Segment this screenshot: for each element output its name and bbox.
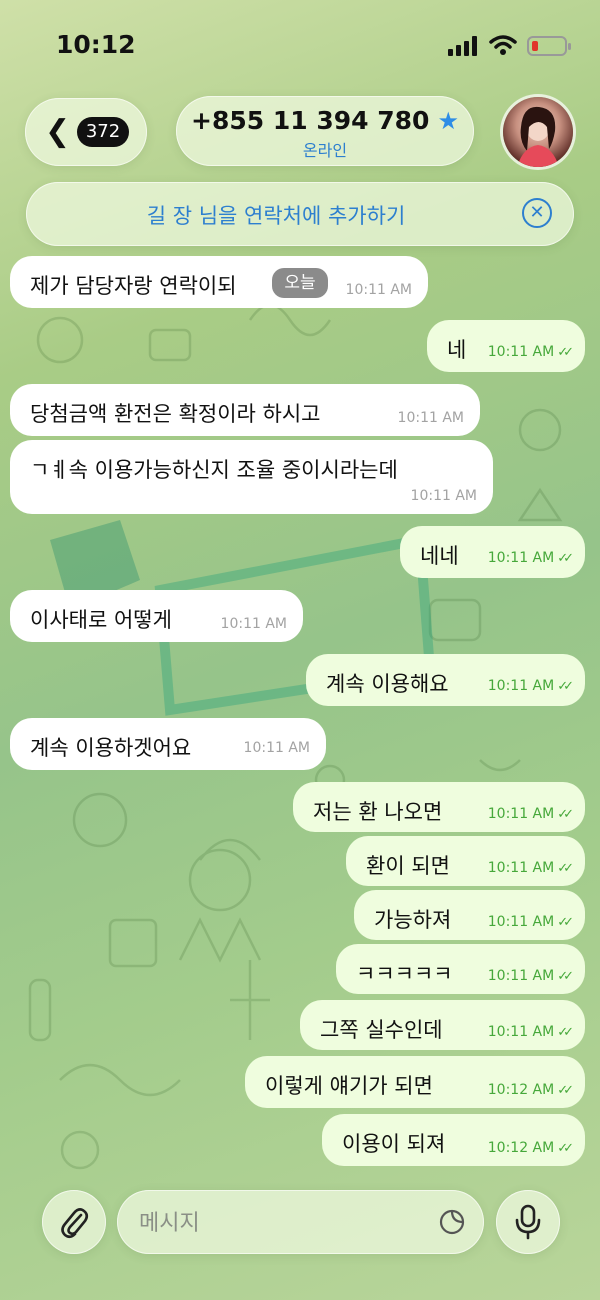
message-time: 10:11 AM (410, 488, 477, 504)
message-time: 10:11 AM (487, 968, 555, 984)
message-time: 10:12 AM (487, 1082, 555, 1098)
message-time: 10:11 AM (487, 678, 555, 694)
message-text: 이렇게 얘기가 되면 (265, 1074, 433, 1098)
message-text: ㄱㅖ속 이용가능하신지 조율 중이시라는데 (30, 458, 398, 482)
message-bubble-outgoing[interactable]: 그쪽 실수인데 10:11 AM ✓✓ (300, 1000, 585, 1050)
message-text: 계속 이용해요 (326, 672, 449, 696)
message-meta: 10:12 AM ✓✓ (487, 1140, 574, 1156)
message-time: 10:11 AM (345, 282, 412, 298)
add-contact-banner[interactable]: 길 장 님을 연락처에 추가하기 ✕ (26, 182, 574, 246)
read-checkmarks-icon: ✓✓ (557, 1083, 574, 1098)
message-text: 계속 이용하겟어요 (30, 736, 192, 760)
message-bubble-outgoing[interactable]: ㅋㅋㅋㅋㅋ 10:11 AM ✓✓ (336, 944, 585, 994)
message-text: 환이 되면 (366, 854, 450, 878)
message-bubble-outgoing[interactable]: 이용이 되져 10:12 AM ✓✓ (322, 1114, 585, 1166)
message-bubble-outgoing[interactable]: 저는 환 나오면 10:11 AM ✓✓ (293, 782, 585, 832)
message-meta: 10:11 AM ✓✓ (487, 550, 574, 566)
message-time: 10:11 AM (487, 806, 555, 822)
star-icon: ★ (437, 106, 459, 135)
message-text: 그쪽 실수인데 (320, 1018, 443, 1042)
message-meta: 10:12 AM ✓✓ (487, 1082, 574, 1098)
battery-icon (527, 36, 571, 56)
unread-count-badge: 372 (77, 117, 129, 147)
microphone-button[interactable] (496, 1190, 560, 1254)
message-text: 이사태로 어떻게 (30, 608, 172, 632)
message-text: 네 (447, 338, 467, 362)
message-input[interactable] (137, 1202, 441, 1244)
message-meta: 10:11 AM ✓✓ (487, 914, 574, 930)
sticker-icon[interactable] (438, 1208, 466, 1236)
message-bubble-outgoing[interactable]: 가능하져 10:11 AM ✓✓ (354, 890, 585, 940)
message-time: 10:11 AM (220, 616, 287, 632)
message-bubble-incoming[interactable]: 계속 이용하겟어요 10:11 AM (10, 718, 326, 770)
avatar[interactable] (503, 97, 573, 167)
paperclip-icon (61, 1208, 89, 1239)
message-time: 10:12 AM (487, 1140, 555, 1156)
cellular-signal-icon (448, 36, 477, 56)
message-bubble-incoming[interactable]: 이사태로 어떻게 10:11 AM (10, 590, 303, 642)
avatar-image (517, 106, 559, 167)
attach-button[interactable] (42, 1190, 106, 1254)
read-checkmarks-icon: ✓✓ (557, 1141, 574, 1156)
message-meta: 10:11 AM ✓✓ (487, 860, 574, 876)
message-bubble-outgoing[interactable]: 계속 이용해요 10:11 AM ✓✓ (306, 654, 585, 706)
chevron-left-icon: ❮ (45, 114, 71, 149)
message-bubble-incoming[interactable]: 당첨금액 환전은 확정이라 하시고 10:11 AM (10, 384, 480, 436)
message-bubble-outgoing[interactable]: 네 10:11 AM ✓✓ (427, 320, 585, 372)
contact-phone: +855 11 394 780 (191, 106, 430, 135)
message-bubble-outgoing[interactable]: 환이 되면 10:11 AM ✓✓ (346, 836, 585, 886)
microphone-icon (515, 1204, 541, 1240)
message-text: 이용이 되져 (342, 1132, 446, 1156)
message-text: ㅋㅋㅋㅋㅋ (356, 962, 453, 986)
message-meta: 10:11 AM ✓✓ (487, 678, 574, 694)
read-checkmarks-icon: ✓✓ (557, 679, 574, 694)
message-meta: 10:11 AM ✓✓ (487, 806, 574, 822)
read-checkmarks-icon: ✓✓ (557, 1025, 574, 1040)
message-bubble-outgoing[interactable]: 네네 10:11 AM ✓✓ (400, 526, 585, 578)
message-composer[interactable] (117, 1190, 484, 1254)
message-time: 10:11 AM (243, 740, 310, 756)
message-time: 10:11 AM (487, 914, 555, 930)
message-text: 제가 담당자랑 연락이되 (30, 274, 237, 298)
message-text: 가능하져 (374, 908, 452, 932)
read-checkmarks-icon: ✓✓ (557, 915, 574, 930)
message-text: 네네 (420, 544, 459, 568)
message-bubble-incoming[interactable]: 제가 담당자랑 연락이되 10:11 AM (10, 256, 428, 308)
read-checkmarks-icon: ✓✓ (557, 861, 574, 876)
read-checkmarks-icon: ✓✓ (557, 345, 574, 360)
read-checkmarks-icon: ✓✓ (557, 969, 574, 984)
contact-status: 온라인 (302, 141, 348, 160)
message-text: 저는 환 나오면 (313, 800, 443, 824)
message-text: 당첨금액 환전은 확정이라 하시고 (30, 402, 321, 426)
message-time: 10:11 AM (487, 1024, 555, 1040)
add-contact-label: 길 장 님을 연락처에 추가하기 (146, 204, 406, 228)
close-circle-icon[interactable]: ✕ (522, 198, 552, 228)
date-pill: 오늘 (272, 268, 328, 298)
message-meta: 10:11 AM ✓✓ (487, 1024, 574, 1040)
read-checkmarks-icon: ✓✓ (557, 807, 574, 822)
status-bar: 10:12 (0, 0, 600, 90)
message-time: 10:11 AM (487, 860, 555, 876)
chat-title[interactable]: +855 11 394 780 ★ 온라인 (176, 96, 474, 166)
message-meta: 10:11 AM ✓✓ (487, 968, 574, 984)
status-time: 10:12 (56, 30, 136, 59)
message-time: 10:11 AM (487, 550, 555, 566)
back-button[interactable]: ❮ 372 (25, 98, 147, 166)
message-bubble-outgoing[interactable]: 이렇게 얘기가 되면 10:12 AM ✓✓ (245, 1056, 585, 1108)
read-checkmarks-icon: ✓✓ (557, 551, 574, 566)
wifi-icon (489, 35, 517, 55)
message-bubble-incoming[interactable]: ㄱㅖ속 이용가능하신지 조율 중이시라는데 10:11 AM (10, 440, 493, 514)
message-meta: 10:11 AM ✓✓ (487, 344, 574, 360)
message-time: 10:11 AM (487, 344, 555, 360)
message-time: 10:11 AM (397, 410, 464, 426)
